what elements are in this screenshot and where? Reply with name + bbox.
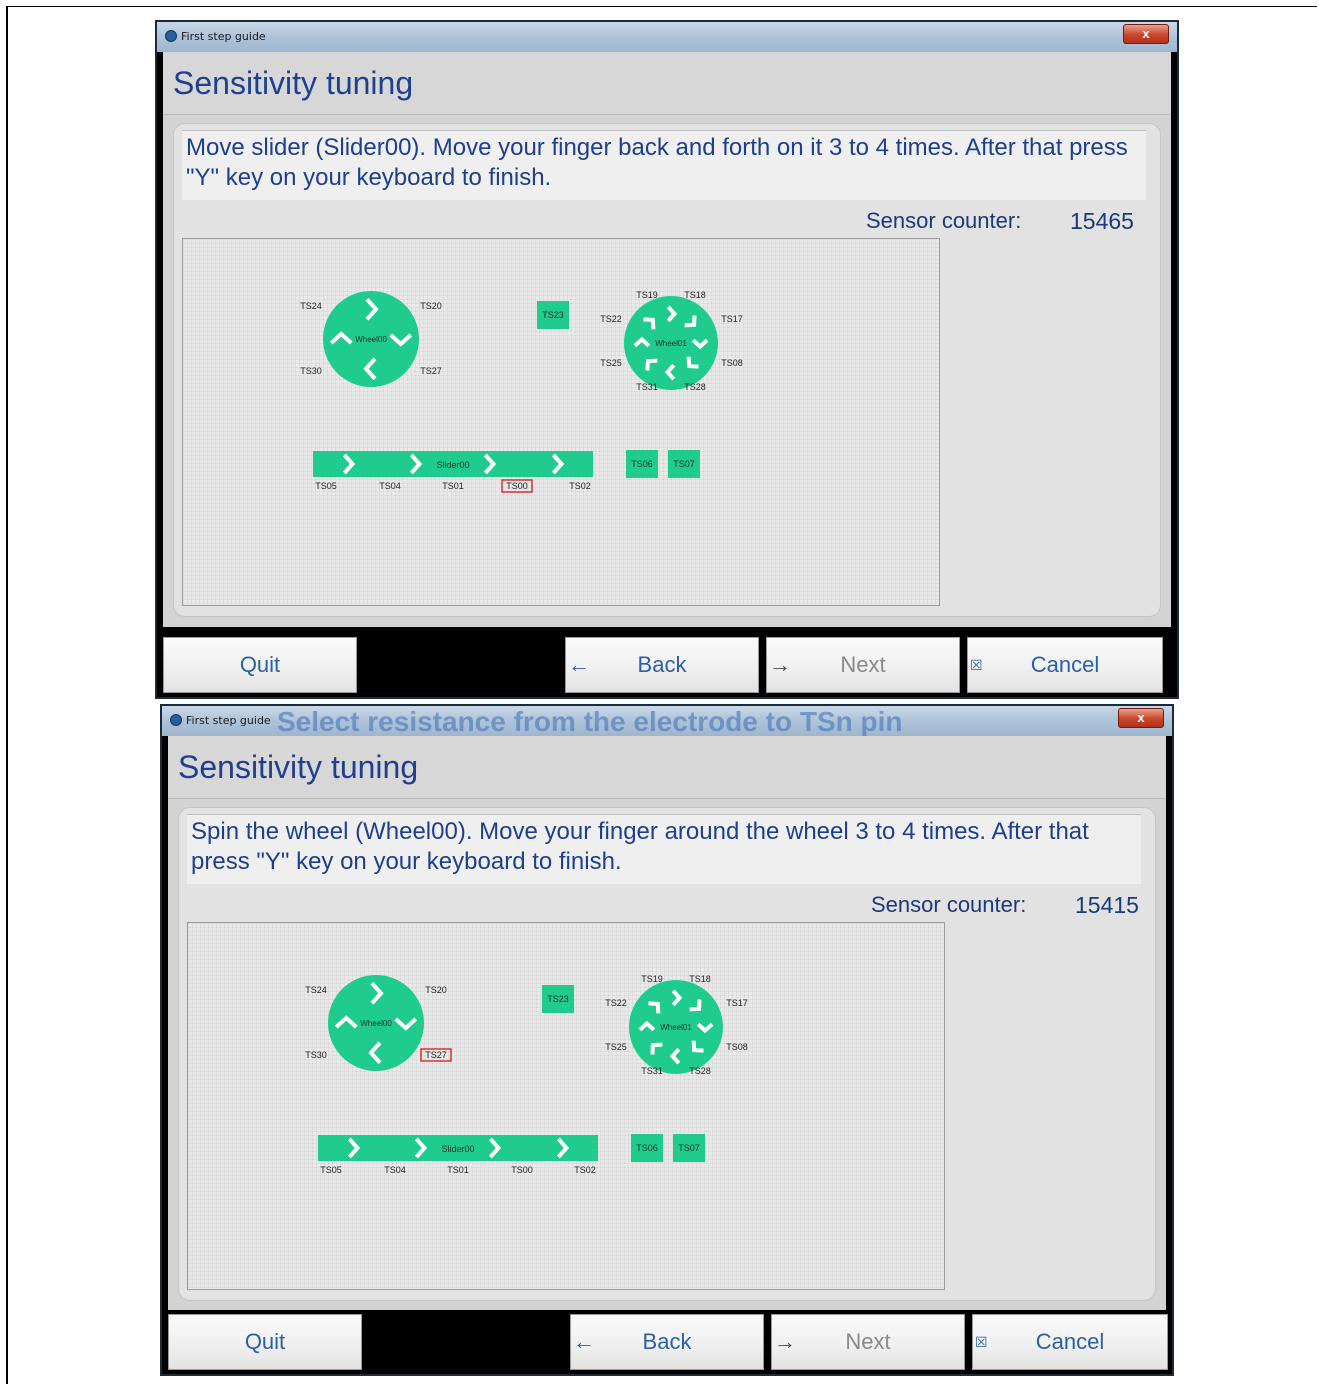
slider-name-label: Slider00 — [441, 1144, 474, 1154]
sensor-label-ts01: TS01 — [447, 1165, 469, 1175]
instruction-text: Spin the wheel (Wheel00). Move your fing… — [187, 814, 1141, 884]
cancel-label: Cancel — [1030, 652, 1100, 677]
sensor-label-ts02: TS02 — [574, 1165, 596, 1175]
cancel-icon: ☒ — [975, 1334, 988, 1350]
button-bar: Quit ← Back → Next ☒ Cancel — [163, 633, 1171, 693]
app-icon — [165, 30, 177, 42]
sensor-label-ts24: TS24 — [300, 301, 322, 311]
next-label: Next — [840, 652, 886, 677]
cancel-button[interactable]: ☒ Cancel — [972, 1314, 1168, 1370]
wheel-name-label: Wheel01 — [655, 339, 687, 348]
window-title: First step guide — [181, 30, 266, 43]
button-electrode-label: TS23 — [547, 994, 569, 1004]
sensor-label-ts05: TS05 — [320, 1165, 342, 1175]
sensor-label-ts28: TS28 — [689, 1066, 711, 1076]
next-button[interactable]: → Next — [771, 1314, 965, 1370]
wizard-window-slider: First step guide x Sensitivity tuning Mo… — [155, 20, 1179, 699]
content-area: Spin the wheel (Wheel00). Move your fing… — [168, 799, 1166, 1311]
sensor-label-ts24: TS24 — [305, 985, 327, 995]
button-electrode-label: TS23 — [542, 310, 564, 320]
cancel-icon: ☒ — [970, 657, 983, 673]
sensor-label-ts01: TS01 — [442, 481, 464, 491]
sensor-label-ts00: TS00 — [511, 1165, 533, 1175]
next-button[interactable]: → Next — [766, 637, 960, 693]
arrow-right-icon: → — [769, 652, 791, 677]
sensor-label-ts27: TS27 — [425, 1050, 447, 1060]
electrode-layout-diagram: Wheel00 TS24 TS20 TS30 TS27 TS23 Wheel01 TS19 TS… — [300, 290, 743, 493]
page-title: Sensitivity tuning — [173, 65, 414, 101]
slider-name-label: Slider00 — [436, 460, 469, 470]
inner-panel: Spin the wheel (Wheel00). Move your fing… — [178, 807, 1156, 1301]
sensor-label-ts17: TS17 — [721, 314, 743, 324]
sensor-counter-label: Sensor counter: — [866, 208, 1022, 233]
sensor-counter-label: Sensor counter: — [871, 892, 1027, 917]
arrow-right-icon: → — [774, 1329, 796, 1354]
next-label: Next — [845, 1329, 891, 1354]
cancel-button[interactable]: ☒ Cancel — [967, 637, 1163, 693]
arrow-left-icon: ← — [568, 652, 590, 677]
sensor-label-ts05: TS05 — [315, 481, 337, 491]
arrow-left-icon: ← — [573, 1329, 595, 1354]
page-title: Sensitivity tuning — [178, 749, 419, 785]
back-button[interactable]: ← Back — [565, 637, 759, 693]
cancel-label: Cancel — [1035, 1329, 1105, 1354]
sensor-label-ts20: TS20 — [420, 301, 442, 311]
sensor-label-ts04: TS04 — [379, 481, 401, 491]
sensor-label-ts25: TS25 — [600, 358, 622, 368]
sensor-label-ts00: TS00 — [506, 481, 528, 491]
app-icon — [170, 714, 182, 726]
page-header: Sensitivity tuning — [163, 52, 1171, 115]
button-electrode-label: TS06 — [636, 1143, 658, 1153]
sensor-label-ts18: TS18 — [684, 290, 706, 300]
sensor-counter-value: 15415 — [1075, 892, 1139, 918]
button-electrode-label: TS07 — [678, 1143, 700, 1153]
electrode-layout-diagram: Wheel00 TS24 TS20 TS30 TS27 TS23 Wheel01 TS19 TS… — [305, 974, 748, 1175]
quit-label: Quit — [239, 652, 281, 677]
wheel-name-label: Wheel01 — [660, 1023, 692, 1032]
quit-label: Quit — [244, 1329, 286, 1354]
sensor-label-ts30: TS30 — [305, 1050, 327, 1060]
sensor-label-ts25: TS25 — [605, 1042, 627, 1052]
electrode-layout-canvas: Wheel00 TS24 TS20 TS30 TS27 TS23 Wheel01 TS19 TS… — [182, 238, 940, 606]
electrode-layout-canvas: Wheel00 TS24 TS20 TS30 TS27 TS23 Wheel01 TS19 TS… — [187, 922, 945, 1290]
instruction-text: Move slider (Slider00). Move your finger… — [182, 130, 1146, 200]
quit-button[interactable]: Quit — [163, 637, 357, 693]
sensor-label-ts04: TS04 — [384, 1165, 406, 1175]
sensor-label-ts17: TS17 — [726, 998, 748, 1008]
sensor-label-ts02: TS02 — [569, 481, 591, 491]
sensor-label-ts22: TS22 — [605, 998, 627, 1008]
sensor-label-ts22: TS22 — [600, 314, 622, 324]
button-electrode-label: TS07 — [673, 459, 695, 469]
page-header: Sensitivity tuning — [168, 736, 1166, 799]
wheel-name-label: Wheel00 — [355, 335, 387, 344]
sensor-label-ts30: TS30 — [300, 366, 322, 376]
close-button[interactable]: x — [1123, 24, 1169, 44]
button-bar: Quit ← Back → Next ☒ Cancel — [168, 1310, 1168, 1370]
sensor-label-ts31: TS31 — [641, 1066, 663, 1076]
back-label: Back — [637, 652, 687, 677]
title-bar[interactable]: First step guide x — [157, 22, 1177, 52]
background-window-title: Select resistance from the electrode to … — [277, 706, 903, 736]
sensor-label-ts20: TS20 — [425, 985, 447, 995]
back-button[interactable]: ← Back — [570, 1314, 764, 1370]
sensor-label-ts08: TS08 — [726, 1042, 748, 1052]
sensor-label-ts28: TS28 — [684, 382, 706, 392]
sensor-label-ts18: TS18 — [689, 974, 711, 984]
sensor-label-ts19: TS19 — [636, 290, 658, 300]
quit-button[interactable]: Quit — [168, 1314, 362, 1370]
content-area: Move slider (Slider00). Move your finger… — [163, 115, 1171, 627]
sensor-label-ts19: TS19 — [641, 974, 663, 984]
window-title: First step guide — [186, 714, 271, 727]
sensor-label-ts08: TS08 — [721, 358, 743, 368]
title-bar[interactable]: First step guide Select resistance from … — [162, 706, 1172, 736]
wheel-name-label: Wheel00 — [360, 1019, 392, 1028]
back-label: Back — [642, 1329, 692, 1354]
button-electrode-label: TS06 — [631, 459, 653, 469]
inner-panel: Move slider (Slider00). Move your finger… — [173, 123, 1161, 617]
sensor-counter-value: 15465 — [1070, 208, 1134, 234]
sensor-label-ts31: TS31 — [636, 382, 658, 392]
wizard-window-wheel: First step guide Select resistance from … — [160, 704, 1174, 1376]
sensor-label-ts27: TS27 — [420, 366, 442, 376]
close-button[interactable]: x — [1118, 708, 1164, 728]
